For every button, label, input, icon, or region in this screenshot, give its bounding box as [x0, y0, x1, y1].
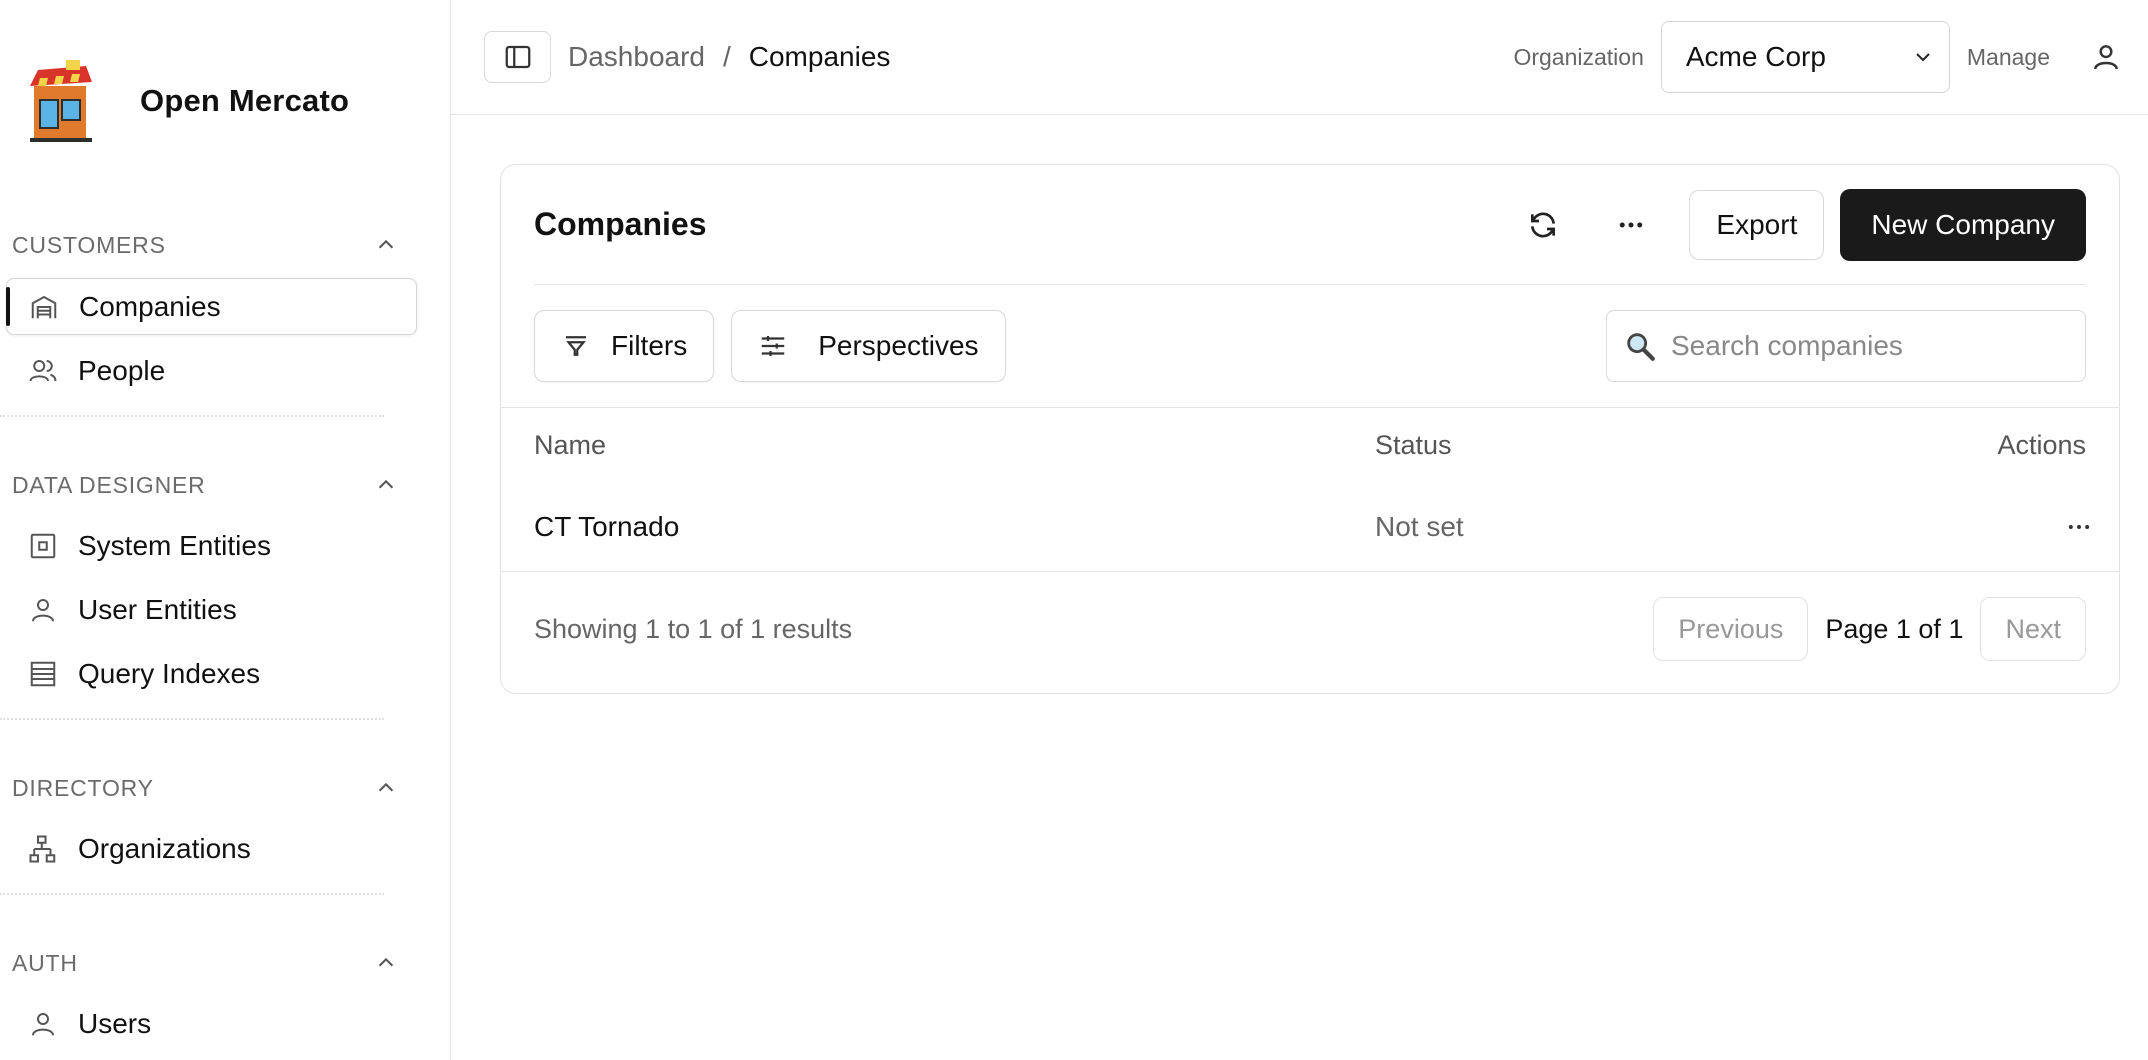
sidebar-panel-icon [505, 45, 530, 69]
users-icon [29, 360, 57, 382]
cell-actions [1886, 504, 2090, 550]
cell-status: Not set [1375, 510, 1464, 542]
more-horizontal-icon [2068, 524, 2090, 529]
page-title: Companies [534, 206, 707, 242]
column-header-status[interactable]: Status [1375, 430, 1886, 461]
brand[interactable]: Open Mercato [0, 0, 450, 202]
filter-toolbar: Filters Perspectives Search companies [501, 285, 2119, 407]
companies-table: Name Status Actions CT Tornado Not set [501, 407, 2119, 572]
new-company-button[interactable]: New Company [1840, 188, 2086, 261]
results-summary: Showing 1 to 1 of 1 results [534, 613, 853, 644]
chevron-up-icon [378, 957, 394, 967]
sidebar: Open Mercato CUSTOMERS Companies People … [0, 0, 451, 1060]
next-page-button[interactable]: Next [1980, 597, 2086, 661]
stack-icon [30, 661, 56, 687]
filters-button[interactable]: Filters [534, 310, 715, 382]
org-tree-icon [29, 835, 56, 863]
organization-select[interactable]: Acme Corp [1660, 21, 1950, 93]
perspectives-label: Perspectives [818, 330, 979, 361]
section-title: DIRECTORY [12, 774, 154, 801]
sidebar-item-label: Organizations [78, 833, 251, 864]
section-directory: DIRECTORY Organizations [0, 765, 450, 895]
refresh-button[interactable] [1513, 195, 1573, 255]
section-divider [0, 415, 384, 417]
sidebar-item-user-entities[interactable]: User Entities [6, 580, 417, 640]
user-account-icon[interactable] [2090, 41, 2122, 73]
previous-page-button[interactable]: Previous [1653, 597, 1809, 661]
cell-name[interactable]: CT Tornado [534, 511, 1375, 543]
main-area: Dashboard / Companies Organization Acme … [451, 0, 2148, 1060]
section-auth: AUTH Users [0, 940, 450, 1054]
export-button[interactable]: Export [1689, 189, 1825, 260]
companies-card: Companies Export New Company Filters Per… [500, 164, 2120, 694]
sidebar-item-system-entities[interactable]: System Entities [6, 516, 417, 576]
user-icon [32, 1013, 54, 1036]
search-icon [1627, 333, 1655, 361]
organization-label: Organization [1513, 43, 1644, 70]
app-root: Open Mercato CUSTOMERS Companies People … [0, 0, 2148, 1060]
section-header-directory[interactable]: DIRECTORY [0, 765, 417, 811]
column-header-name[interactable]: Name [534, 430, 1375, 461]
sidebar-item-label: Users [78, 1008, 152, 1039]
row-actions-button[interactable] [2056, 504, 2102, 550]
search-placeholder: Search companies [1671, 330, 1903, 361]
more-actions-button[interactable] [1601, 195, 1661, 255]
building-icon [31, 295, 57, 318]
sidebar-item-companies[interactable]: Companies [6, 278, 417, 335]
sidebar-item-label: Query Indexes [78, 658, 261, 689]
sidebar-toggle-button[interactable] [484, 31, 551, 83]
section-header-auth[interactable]: AUTH [0, 940, 417, 986]
search-input[interactable]: Search companies [1606, 310, 2086, 382]
page-indicator: Page 1 of 1 [1825, 613, 1964, 644]
sidebar-item-people[interactable]: People [6, 341, 417, 401]
perspectives-button[interactable]: Perspectives [731, 310, 1006, 382]
column-header-actions: Actions [1997, 429, 2086, 460]
section-header-data-designer[interactable]: DATA DESIGNER [0, 462, 417, 508]
chevron-up-icon [378, 239, 394, 249]
section-data-designer: DATA DESIGNER System Entities User Entit… [0, 462, 450, 720]
section-header-customers[interactable]: CUSTOMERS [0, 222, 417, 268]
sidebar-item-query-indexes[interactable]: Query Indexes [6, 644, 417, 704]
sidebar-item-label: People [78, 355, 166, 386]
sidebar-item-users[interactable]: Users [6, 994, 417, 1054]
section-title: DATA DESIGNER [12, 471, 206, 498]
topbar: Dashboard / Companies Organization Acme … [451, 0, 2148, 115]
sidebar-item-organizations[interactable]: Organizations [6, 819, 417, 879]
table-row[interactable]: CT Tornado Not set [501, 482, 2119, 572]
store-logo-icon [30, 60, 92, 142]
user-icon [32, 599, 54, 622]
organization-select-value: Acme Corp [1685, 41, 1826, 72]
sidebar-item-label: Companies [79, 290, 221, 322]
breadcrumb-separator: / [722, 41, 731, 72]
chevron-down-icon [1916, 53, 1930, 62]
table-header: Name Status Actions [501, 408, 2119, 482]
table-footer: Showing 1 to 1 of 1 results Previous Pag… [501, 572, 2119, 686]
refresh-icon [1531, 212, 1556, 237]
filters-label: Filters [611, 330, 688, 361]
sliders-icon [761, 336, 785, 356]
chevron-up-icon [378, 479, 394, 489]
section-title: CUSTOMERS [12, 231, 166, 258]
content: Companies Export New Company Filters Per… [451, 115, 2148, 694]
sidebar-item-label: User Entities [78, 594, 237, 625]
more-horizontal-icon [1620, 222, 1643, 227]
breadcrumb-dashboard-link[interactable]: Dashboard [568, 41, 705, 73]
filter-icon [566, 336, 586, 356]
chevron-up-icon [378, 782, 394, 792]
card-header: Companies Export New Company [534, 165, 2086, 285]
sidebar-item-label: System Entities [78, 530, 271, 561]
breadcrumb-current: Companies [748, 41, 891, 72]
section-divider [0, 718, 384, 720]
square-dot-icon [30, 533, 56, 559]
section-divider [0, 893, 384, 895]
section-customers: CUSTOMERS Companies People [0, 222, 450, 417]
manage-link[interactable]: Manage [1967, 44, 2050, 71]
breadcrumb: Dashboard / Companies [568, 41, 890, 73]
brand-name: Open Mercato [140, 83, 350, 118]
section-title: AUTH [12, 949, 78, 976]
